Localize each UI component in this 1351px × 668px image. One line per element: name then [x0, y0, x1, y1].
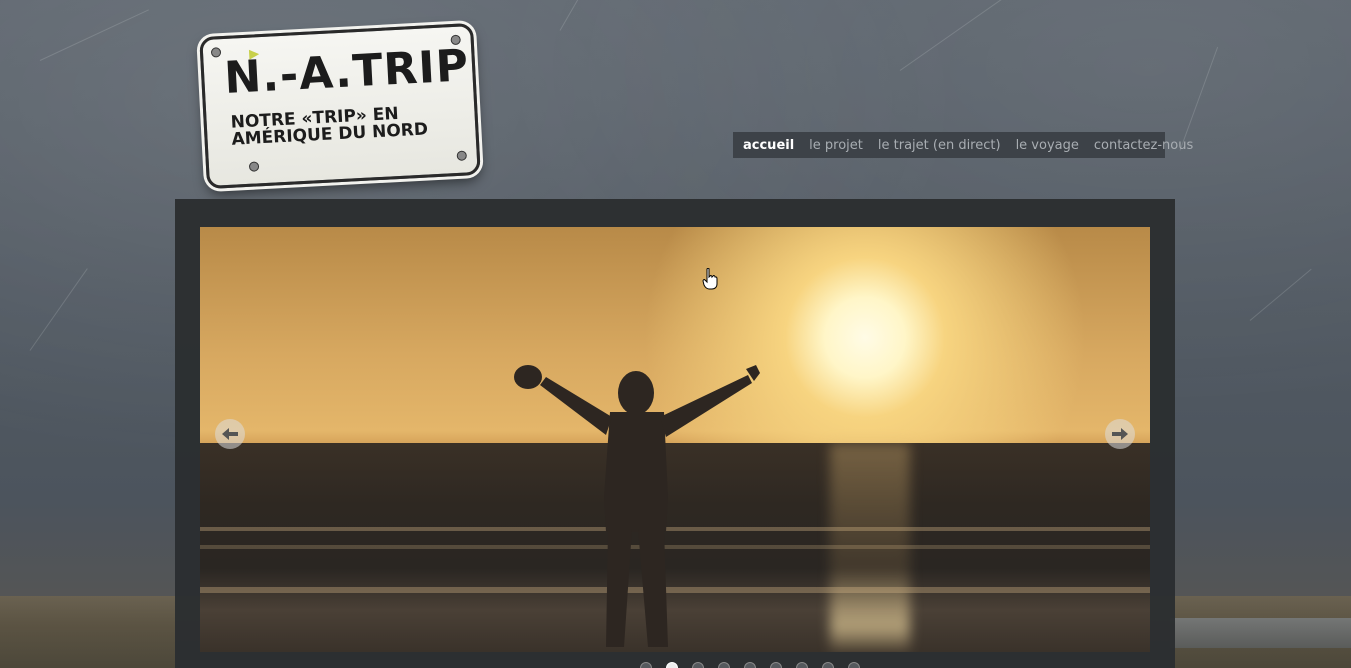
screw-icon — [248, 161, 260, 172]
logo-subtitle: NOTRE «TRIP» EN AMÉRIQUE DU NORD — [230, 103, 461, 150]
main-nav: accueil le projet le trajet (en direct) … — [733, 132, 1193, 158]
screw-icon — [456, 150, 468, 161]
arrow-right-icon — [1112, 428, 1128, 440]
slider-dot[interactable] — [718, 662, 730, 668]
slider-dot[interactable] — [848, 662, 860, 668]
background-scratch — [1249, 268, 1312, 321]
site-logo[interactable]: N.-A.TRIP NOTRE «TRIP» EN AMÉRIQUE DU NO… — [199, 22, 481, 190]
background-scratch — [899, 0, 1015, 71]
slider-dot[interactable] — [822, 662, 834, 668]
arrow-left-icon — [222, 428, 238, 440]
slider-dot[interactable] — [796, 662, 808, 668]
hand-pointer-icon — [702, 268, 718, 290]
nav-item-le-projet[interactable]: le projet — [809, 138, 863, 153]
screw-icon — [210, 47, 222, 58]
background-scratch — [29, 268, 88, 351]
nav-item-contactez-nous[interactable]: contactez-nous — [1094, 138, 1193, 153]
nav-item-le-trajet[interactable]: le trajet (en direct) — [878, 138, 1001, 153]
slider-dot[interactable] — [640, 662, 652, 668]
nav-item-le-voyage[interactable]: le voyage — [1016, 138, 1079, 153]
slider-dot[interactable] — [744, 662, 756, 668]
slider-dot[interactable] — [770, 662, 782, 668]
slide-image[interactable] — [200, 227, 1150, 652]
logo-title: N.-A.TRIP — [223, 40, 471, 104]
slider-dot[interactable] — [692, 662, 704, 668]
slider-pager — [640, 662, 860, 668]
person-silhouette — [514, 365, 760, 647]
slider-dot-active[interactable] — [666, 662, 678, 668]
background-scratch — [39, 9, 149, 61]
background-scratch — [559, 0, 606, 31]
slider-prev-button[interactable] — [215, 419, 245, 449]
nav-item-accueil[interactable]: accueil — [743, 138, 794, 153]
background-scratch — [1179, 46, 1219, 151]
background-water — [1170, 618, 1351, 648]
slider-next-button[interactable] — [1105, 419, 1135, 449]
